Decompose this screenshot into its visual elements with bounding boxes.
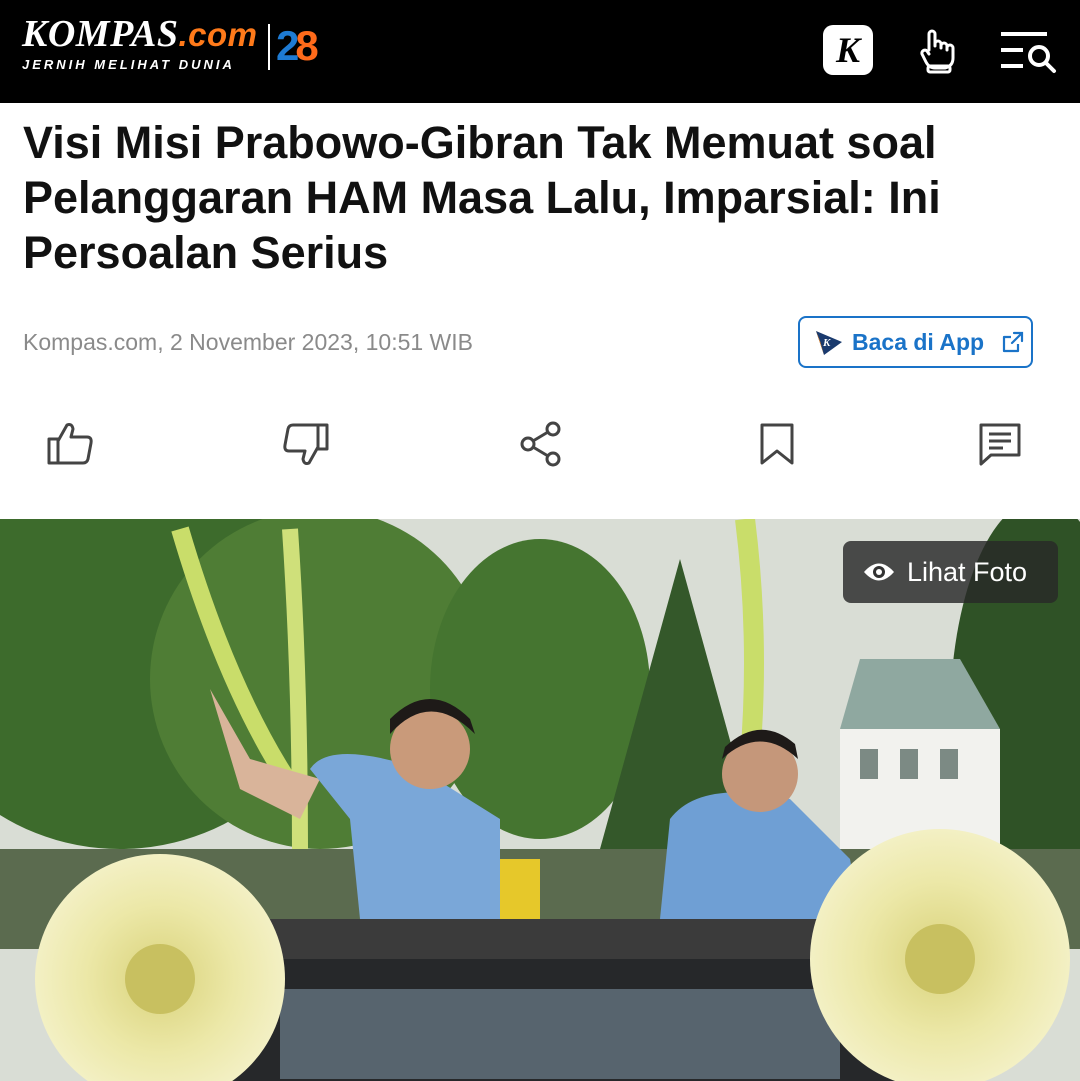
search-menu-icon[interactable] bbox=[998, 22, 1060, 78]
logo-divider bbox=[268, 24, 270, 70]
eye-icon bbox=[864, 563, 894, 581]
anniversary-badge: 28 bbox=[276, 22, 319, 69]
bookmark-icon[interactable] bbox=[750, 417, 804, 471]
dislike-icon[interactable] bbox=[279, 417, 333, 471]
view-photo-label: Lihat Foto bbox=[907, 556, 1028, 587]
read-in-app-button[interactable]: K Baca di App bbox=[798, 316, 1033, 368]
top-bar: KOMPAS.com JERNIH MELIHAT DUNIA 28 K bbox=[0, 0, 1080, 103]
article-title: Visi Misi Prabowo-Gibran Tak Memuat soal… bbox=[23, 117, 941, 278]
view-photo-button[interactable]: Lihat Foto bbox=[843, 541, 1058, 603]
logo-text: KOMPAS bbox=[22, 13, 179, 55]
like-icon[interactable] bbox=[43, 417, 97, 471]
hand-icon[interactable] bbox=[913, 22, 961, 78]
article-photo[interactable] bbox=[0, 519, 1080, 1081]
photo-illustration bbox=[0, 519, 1080, 1081]
logo-tagline: JERNIH MELIHAT DUNIA bbox=[22, 57, 235, 72]
kompas-k-icon[interactable]: K bbox=[823, 25, 873, 75]
external-link-icon bbox=[1002, 331, 1024, 353]
read-in-app-label: Baca di App bbox=[852, 328, 985, 355]
logo-dotcom: .com bbox=[178, 16, 258, 53]
kompas-logo[interactable]: KOMPAS.com JERNIH MELIHAT DUNIA bbox=[22, 14, 257, 72]
svg-text:K: K bbox=[822, 337, 831, 349]
comment-icon[interactable] bbox=[973, 417, 1027, 471]
share-icon[interactable] bbox=[514, 417, 568, 471]
article-meta: Kompas.com, 2 November 2023, 10:51 WIB bbox=[23, 329, 473, 355]
kompas-app-icon: K bbox=[816, 331, 842, 355]
